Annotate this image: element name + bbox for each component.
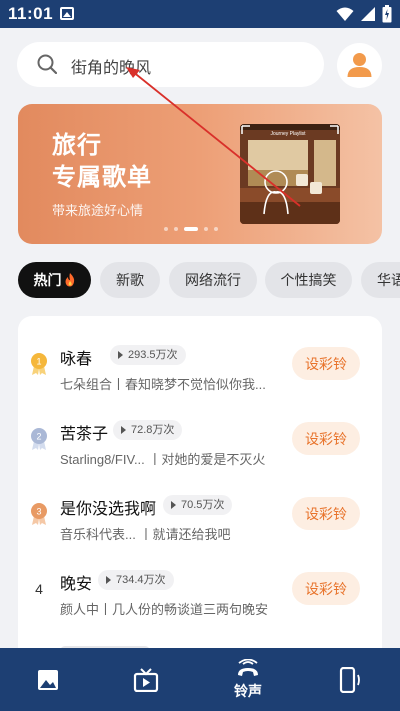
rank-number: 4 [35, 581, 43, 597]
svg-text:3: 3 [36, 507, 41, 517]
status-icons [336, 5, 392, 23]
tab-label: 华语 [377, 272, 400, 288]
list-item[interactable]: 2 苦茶子 72.8万次 Starling8/FIV... 丨对她的爱是不灭火 … [18, 419, 382, 479]
bottom-nav: 铃声 [0, 648, 400, 711]
set-ringtone-button[interactable]: 设彩铃 [292, 572, 360, 605]
image-icon [38, 669, 58, 690]
nav-video[interactable] [106, 648, 186, 711]
play-count: 72.8万次 [113, 420, 183, 440]
song-title: 苦茶子 [60, 426, 109, 443]
tv-icon [133, 667, 159, 692]
nav-label: 铃声 [234, 682, 262, 699]
play-count: 293.5万次 [110, 345, 186, 365]
tab-label: 网络流行 [185, 272, 241, 288]
carousel-dot [164, 227, 168, 231]
battery-icon [382, 5, 392, 23]
carousel-dot-active [184, 227, 198, 231]
user-icon [347, 53, 372, 77]
rank-3-medal-icon: 3 [28, 502, 50, 526]
search-input[interactable]: 街角的晚风 [17, 42, 324, 87]
song-title: 晚安 [60, 576, 93, 593]
song-title: 咏春 [60, 351, 93, 368]
svg-text:2: 2 [36, 432, 41, 442]
set-ringtone-button[interactable]: 设彩铃 [292, 497, 360, 530]
wifi-icon [336, 7, 354, 21]
status-time: 11:01 [8, 4, 54, 23]
svg-text:1: 1 [36, 357, 41, 367]
song-subtitle: 颜人中丨几人份的畅谈道三两句晚安 [60, 602, 269, 617]
nav-ringtone[interactable]: 铃声 [208, 648, 288, 711]
carousel-dot [174, 227, 178, 231]
tab-funny[interactable]: 个性搞笑 [265, 262, 352, 298]
cellular-signal-icon [361, 7, 375, 21]
carousel-dot [214, 227, 218, 231]
phone-vibrate-icon [339, 666, 360, 693]
set-ringtone-button[interactable]: 设彩铃 [292, 422, 360, 455]
set-ringtone-button[interactable]: 设彩铃 [292, 347, 360, 380]
list-item[interactable]: 1 咏春 293.5万次 七朵组合丨春知晓梦不觉恰似你我... 设彩铃 [18, 344, 382, 404]
nav-phone[interactable] [310, 648, 390, 711]
gallery-notification-icon [60, 7, 74, 20]
nav-wallpaper[interactable] [8, 648, 88, 711]
banner-playlist[interactable]: 旅行 专属歌单 带来旅途好心情 Journey Playlist [18, 104, 382, 244]
search-text: 街角的晚风 [71, 60, 152, 77]
tab-label: 个性搞笑 [280, 272, 337, 288]
tab-new-songs[interactable]: 新歌 [100, 262, 160, 298]
banner-title: 旅行 专属歌单 [52, 130, 152, 194]
ringtone-icon [238, 658, 258, 676]
song-subtitle: Starling8/FIV... 丨对她的爱是不灭火 [60, 452, 266, 467]
song-subtitle: 音乐科代表... 丨就请还给我吧 [60, 527, 231, 542]
play-count: 70.5万次 [163, 495, 233, 515]
category-tabs: 热门 新歌 网络流行 个性搞笑 华语 [18, 262, 400, 298]
banner-artwork: Journey Playlist [240, 124, 340, 224]
tab-label: 热门 [33, 272, 62, 288]
avatar[interactable] [337, 43, 382, 88]
rank-2-medal-icon: 2 [28, 427, 50, 451]
train-window-illustration: Journey Playlist [240, 124, 340, 224]
tab-label: 新歌 [116, 272, 144, 288]
rank-1-medal-icon: 1 [28, 352, 50, 376]
banner-title-line2: 专属歌单 [52, 164, 152, 191]
tab-chinese[interactable]: 华语 [361, 262, 400, 298]
song-title: 是你没选我啊 [60, 501, 157, 518]
tab-internet-pop[interactable]: 网络流行 [169, 262, 257, 298]
banner-title-line1: 旅行 [52, 132, 102, 159]
flame-icon [65, 273, 74, 287]
status-bar: 11:01 [0, 0, 400, 28]
art-caption: Journey Playlist [270, 131, 306, 137]
song-subtitle: 七朵组合丨春知晓梦不觉恰似你我... [60, 377, 266, 392]
search-icon [37, 54, 57, 74]
carousel-indicator [164, 227, 218, 231]
banner-subtitle: 带来旅途好心情 [52, 203, 144, 218]
tab-hot[interactable]: 热门 [18, 262, 91, 298]
play-count: 734.4万次 [98, 570, 174, 590]
list-item[interactable]: 4 晚安 734.4万次 颜人中丨几人份的畅谈道三两句晚安 设彩铃 [18, 569, 382, 629]
list-item[interactable]: 3 是你没选我啊 70.5万次 音乐科代表... 丨就请还给我吧 设彩铃 [18, 494, 382, 554]
carousel-dot [204, 227, 208, 231]
